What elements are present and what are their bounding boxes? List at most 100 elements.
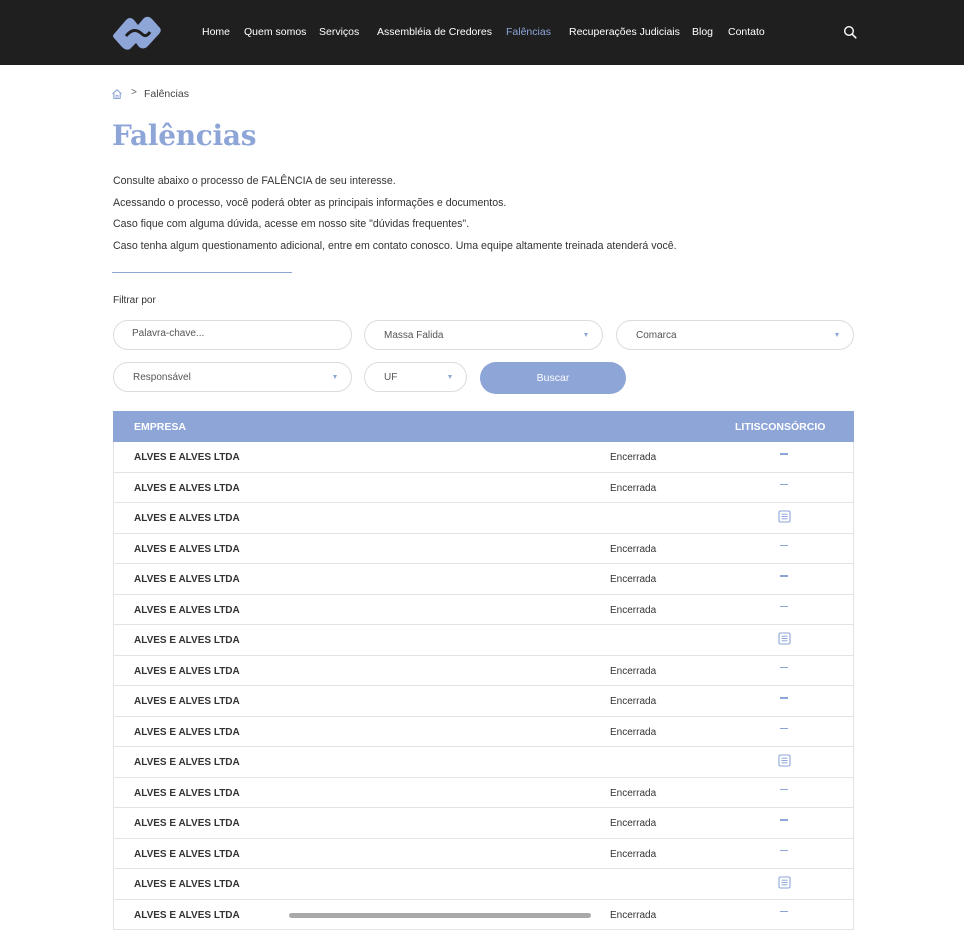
table-row[interactable]: ALVES E ALVES LTDA Encerrada [113,778,854,809]
dash-icon [780,850,788,852]
intro-line: Acessando o processo, você poderá obter … [113,194,873,216]
nav-item-falencias[interactable]: Falências [506,26,551,38]
nav-item-home[interactable]: Home [202,26,230,38]
nav-item-blog[interactable]: Blog [692,26,713,38]
nav-item-assembleia[interactable]: Assembléia de Credores [377,26,492,38]
page-title: Falências [112,119,256,152]
table-row[interactable]: ALVES E ALVES LTDA Encerrada [113,564,854,595]
table-row[interactable]: ALVES E ALVES LTDA Encerrada [113,717,854,748]
table-row[interactable]: ALVES E ALVES LTDA Encerrada [113,534,854,565]
empresa-cell[interactable]: ALVES E ALVES LTDA [134,788,240,799]
keyword-search-field[interactable] [113,320,352,350]
empresa-cell[interactable]: ALVES E ALVES LTDA [134,910,240,921]
nav-item-servicos[interactable]: Serviços [319,26,359,38]
empresa-cell[interactable]: ALVES E ALVES LTDA [134,605,240,616]
search-icon[interactable] [843,25,857,39]
column-header-litisconsorcio: LITISCONSÓRCIO [735,421,825,433]
empresa-cell[interactable]: ALVES E ALVES LTDA [134,757,240,768]
chevron-down-icon [584,333,588,337]
dash-icon [780,606,788,608]
table-row[interactable]: ALVES E ALVES LTDA Encerrada [113,808,854,839]
massa-falida-select[interactable]: Massa Falida [364,320,603,350]
table-row[interactable]: ALVES E ALVES LTDAEncerrada [113,473,854,504]
dash-icon [780,575,788,577]
uf-select[interactable]: UF [364,362,467,392]
table-row[interactable]: ALVES E ALVES LTDA Encerrada [113,686,854,717]
litisconsorcio-cell [778,601,794,617]
status-cell: Encerrada [610,605,656,616]
empresa-cell[interactable]: ALVES E ALVES LTDA [134,452,240,463]
home-icon[interactable] [111,88,123,100]
status-cell: Encerrada [610,788,656,799]
empresa-cell[interactable]: ALVES E ALVES LTDA [134,483,240,494]
status-cell: Encerrada [610,544,656,555]
table-row[interactable]: ALVES E ALVES LTDA Encerrada [113,442,854,473]
nav-item-quem-somos[interactable]: Quem somos [244,26,306,38]
status-cell: Encerrada [610,910,656,921]
litisconsorcio-cell [778,723,794,739]
document-icon[interactable] [778,632,791,645]
empresa-cell[interactable]: ALVES E ALVES LTDA [134,727,240,738]
dash-icon [780,789,788,791]
dash-icon [780,819,788,821]
falencias-table: EMPRESA LITISCONSÓRCIO ALVES E ALVES LTD… [113,411,854,930]
empresa-cell[interactable]: ALVES E ALVES LTDA [134,574,240,585]
litisconsorcio-cell [778,784,794,800]
massa-falida-value: Massa Falida [384,330,443,341]
intro-line: Caso tenha algum questionamento adiciona… [113,237,873,259]
main-nav: Home Quem somos Serviços Assembléia de C… [0,0,964,65]
document-icon[interactable] [778,754,791,767]
litisconsorcio-cell [778,814,794,830]
status-cell: Encerrada [610,452,656,463]
breadcrumb-current: Falências [144,88,189,100]
status-cell: Encerrada [610,818,656,829]
breadcrumb-separator: > [131,87,137,98]
search-button[interactable]: Buscar [480,362,626,394]
table-row[interactable]: ALVES E ALVES LTDA [113,503,854,534]
status-cell: Encerrada [610,666,656,677]
empresa-cell[interactable]: ALVES E ALVES LTDA [134,544,240,555]
empresa-cell[interactable]: ALVES E ALVES LTDA [134,696,240,707]
document-icon[interactable] [778,876,791,889]
status-cell: Encerrada [610,574,656,585]
comarca-value: Comarca [636,330,677,341]
litisconsorcio-cell [778,753,794,769]
column-header-empresa: EMPRESA [134,421,186,433]
responsavel-value: Responsável [133,372,191,383]
litisconsorcio-cell [778,692,794,708]
horizontal-scrollbar[interactable] [289,913,591,918]
document-icon[interactable] [778,510,791,523]
divider [112,272,292,273]
litisconsorcio-cell [778,845,794,861]
litisconsorcio-cell [778,875,794,891]
nav-item-contato[interactable]: Contato [728,26,765,38]
table-row[interactable]: ALVES E ALVES LTDAEncerrada [113,839,854,870]
empresa-cell[interactable]: ALVES E ALVES LTDA [134,818,240,829]
table-row[interactable]: ALVES E ALVES LTDA Encerrada [113,656,854,687]
empresa-cell[interactable]: ALVES E ALVES LTDA [134,849,240,860]
empresa-cell[interactable]: ALVES E ALVES LTDA [134,879,240,890]
keyword-input[interactable] [132,328,332,339]
uf-value: UF [384,372,397,383]
status-cell: Encerrada [610,696,656,707]
comarca-select[interactable]: Comarca [616,320,854,350]
nav-item-recuperacoes[interactable]: Recuperações Judiciais [569,26,680,38]
litisconsorcio-cell [778,540,794,556]
responsavel-select[interactable]: Responsável [113,362,352,392]
table-row[interactable]: ALVES E ALVES LTDA [113,869,854,900]
empresa-cell[interactable]: ALVES E ALVES LTDA [134,513,240,524]
empresa-cell[interactable]: ALVES E ALVES LTDA [134,666,240,677]
dash-icon [780,484,788,486]
litisconsorcio-cell [778,662,794,678]
table-row[interactable]: ALVES E ALVES LTDA [113,625,854,656]
intro-text: Consulte abaixo o processo de FALÊNCIA d… [113,172,873,258]
table-row[interactable]: ALVES E ALVES LTDA Encerrada [113,595,854,626]
status-cell: Encerrada [610,727,656,738]
litisconsorcio-cell [778,570,794,586]
table-row[interactable]: ALVES E ALVES LTDA [113,747,854,778]
intro-line: Caso fique com alguma dúvida, acesse em … [113,215,873,237]
top-navigation-bar: Home Quem somos Serviços Assembléia de C… [0,0,964,65]
empresa-cell[interactable]: ALVES E ALVES LTDA [134,635,240,646]
litisconsorcio-cell [778,448,794,464]
litisconsorcio-cell [778,906,794,922]
